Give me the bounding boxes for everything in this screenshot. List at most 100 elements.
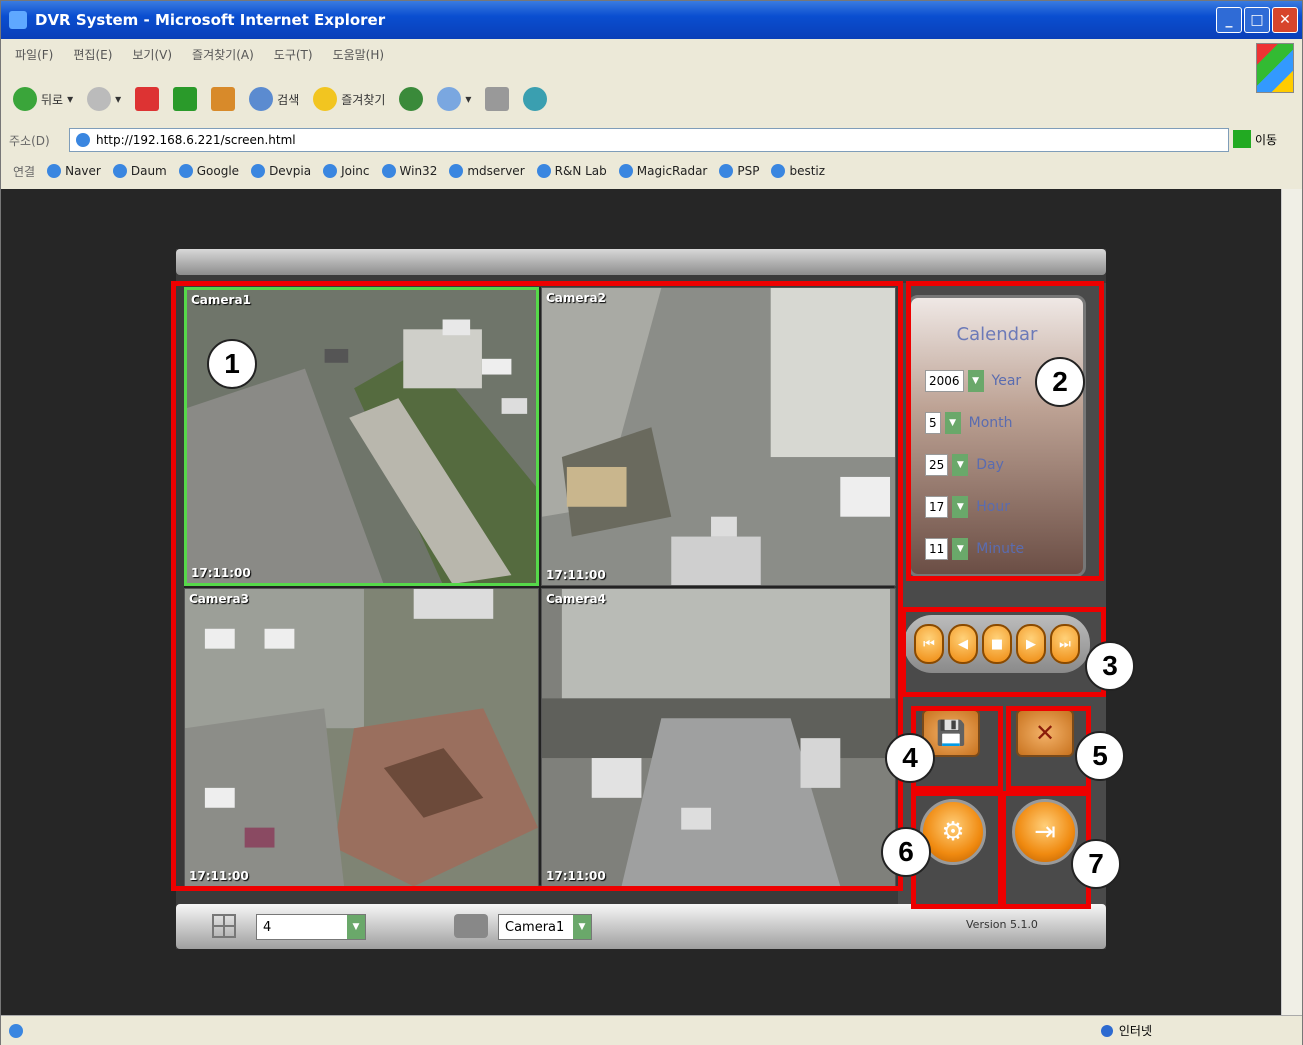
link-bestiz[interactable]: bestiz [771,164,825,178]
window-title: DVR System - Microsoft Internet Explorer [35,11,386,29]
refresh-button[interactable] [173,87,198,111]
address-bar: 주소(D) http://192.168.6.221/screen.html 이… [1,125,1302,155]
chevron-down-icon[interactable]: ▼ [573,915,591,939]
stop-icon [135,87,160,111]
link-google[interactable]: Google [178,164,239,178]
play-backward-button[interactable]: ◀ [948,624,978,664]
camera-view-3[interactable]: Camera3 17:11:00 [184,588,539,887]
camera-view-4[interactable]: Camera4 17:11:00 [541,588,896,887]
stop-playback-button[interactable]: ■ [982,624,1012,664]
chevron-down-icon[interactable]: ▼ [944,412,961,434]
annotation-number-3: 3 [1085,641,1135,691]
skip-start-icon: ⏮ [923,636,935,652]
ie-page-icon [771,164,786,178]
minimize-button[interactable]: _ [1216,7,1242,33]
hour-label: Hour [976,499,1011,515]
link-label: Win32 [399,164,438,178]
close-button[interactable]: ✕ [1272,7,1298,33]
dvr-bottom-bar: 4 ▼ Camera1 ▼ Version 5.1.0 [176,904,1106,949]
search-button[interactable]: 검색 [249,87,299,111]
link-joinc[interactable]: Joinc [323,164,370,178]
search-icon [249,87,274,111]
menu-bar: 파일(F) 편집(E) 보기(V) 즐겨찾기(A) 도구(T) 도움말(H) [1,41,1251,67]
ie-page-icon [381,164,396,178]
month-select[interactable]: 5 [925,412,941,434]
home-button[interactable] [211,87,236,111]
link-naver[interactable]: Naver [47,164,101,178]
go-button[interactable]: 이동 [1233,130,1277,148]
favorites-button[interactable]: 즐겨찾기 [313,87,385,111]
camera-view-1[interactable]: Camera1 17:11:00 [184,287,539,586]
grid-layout-icon [212,914,236,938]
menu-view[interactable]: 보기(V) [132,46,172,63]
floppy-disk-icon: 💾 [936,719,966,747]
chevron-down-icon[interactable]: ▼ [347,915,365,939]
link-rn-lab[interactable]: R&N Lab [536,164,607,178]
camera-select[interactable]: Camera1 ▼ [498,914,592,940]
links-bar: 연결 Naver Daum Google Devpia Joinc Win32 … [1,157,1302,185]
link-label: MagicRadar [636,164,708,178]
chevron-down-icon[interactable]: ▼ [952,496,969,518]
windows-logo-icon [1256,43,1294,93]
chevron-down-icon[interactable]: ▼ [952,454,969,476]
link-daum[interactable]: Daum [112,164,167,178]
link-win32[interactable]: Win32 [381,164,438,178]
menu-edit[interactable]: 편집(E) [73,46,112,63]
chevron-down-icon[interactable]: ▼ [967,370,984,392]
link-magicradar[interactable]: MagicRadar [618,164,708,178]
vertical-scrollbar[interactable] [1281,189,1302,1015]
annotation-number-6: 6 [881,827,931,877]
link-psp[interactable]: PSP [719,164,759,178]
minute-select[interactable]: 11 [925,538,949,560]
history-button[interactable] [399,87,424,111]
chevron-down-icon[interactable]: ▼ [952,538,969,560]
hour-select[interactable]: 17 [925,496,949,518]
print-icon [485,87,510,111]
messenger-icon [523,87,548,111]
minute-row: 11 ▼ Minute [925,538,1024,560]
split-select[interactable]: 4 ▼ [256,914,366,940]
forward-button[interactable]: ▾ [87,87,121,111]
year-select[interactable]: 2006 [925,370,964,392]
close-view-button[interactable]: ✕ [1016,709,1074,757]
link-devpia[interactable]: Devpia [251,164,311,178]
menu-tools[interactable]: 도구(T) [274,46,313,63]
camera-label: Camera1 [191,293,251,307]
history-icon [399,87,424,111]
address-input[interactable]: http://192.168.6.221/screen.html [69,128,1229,152]
maximize-button[interactable]: □ [1244,7,1270,33]
toolbar: 뒤로 ▾ ▾ 검색 즐겨찾기 ▾ [1,77,1241,121]
stop-button[interactable] [135,87,160,111]
back-button[interactable]: 뒤로 ▾ [13,87,73,111]
menu-help[interactable]: 도움말(H) [333,46,385,63]
camera-view-2[interactable]: Camera2 17:11:00 [541,287,896,586]
link-mdserver[interactable]: mdserver [449,164,525,178]
back-label: 뒤로 [41,92,64,107]
annotation-number-4: 4 [885,733,935,783]
go-label: 이동 [1255,132,1278,147]
camera-label: Camera4 [546,592,606,606]
page-icon [76,133,90,147]
camera-2-image [542,288,895,585]
mail-button[interactable]: ▾ [437,87,471,111]
exit-button[interactable]: ⇥ [1012,799,1078,865]
day-select[interactable]: 25 [925,454,949,476]
skip-start-button[interactable]: ⏮ [914,624,944,664]
ie-page-icon [178,164,193,178]
camera-settings-icon: ⚙ [941,817,965,847]
split-value: 4 [263,919,272,935]
menu-file[interactable]: 파일(F) [15,46,53,63]
link-label: R&N Lab [554,164,607,178]
menu-favorites[interactable]: 즐겨찾기(A) [192,46,254,63]
messenger-button[interactable] [523,87,548,111]
stop-square-icon: ■ [990,636,1004,652]
x-close-icon: ✕ [1034,719,1056,747]
play-forward-button[interactable]: ▶ [1016,624,1046,664]
ie-page-icon [449,164,464,178]
camera-timestamp: 17:11:00 [546,568,606,582]
camera-label: Camera3 [189,592,249,606]
print-button[interactable] [485,87,510,111]
camera-timestamp: 17:11:00 [546,869,606,883]
zone-label: 인터넷 [1118,1024,1152,1038]
skip-end-button[interactable]: ⏭ [1050,624,1080,664]
